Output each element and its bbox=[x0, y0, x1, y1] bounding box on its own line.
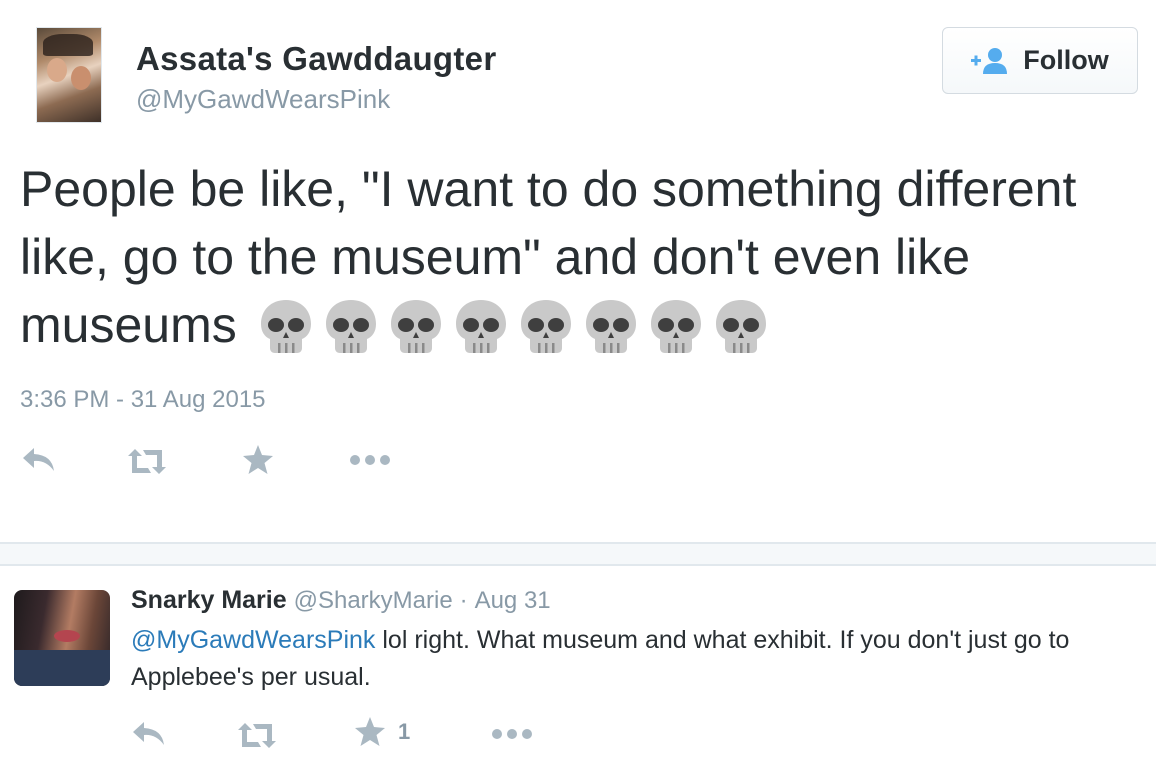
reply-icon bbox=[23, 448, 54, 471]
skull-emoji-icon bbox=[585, 299, 636, 353]
reply-avatar[interactable] bbox=[14, 590, 110, 686]
reply-button[interactable] bbox=[22, 446, 56, 474]
avatar-face bbox=[47, 58, 67, 82]
add-user-icon bbox=[971, 47, 1008, 74]
author-name[interactable]: Assata's Gawddaugter bbox=[136, 40, 496, 78]
retweet-icon bbox=[128, 449, 166, 474]
section-gap bbox=[0, 544, 1156, 564]
avatar-face bbox=[71, 66, 91, 90]
reply-author-name[interactable]: Snarky Marie bbox=[131, 586, 287, 614]
follow-label: Follow bbox=[1023, 45, 1109, 75]
favorite-icon bbox=[355, 717, 385, 746]
skull-emoji-icon bbox=[715, 299, 766, 353]
reply-icon bbox=[133, 722, 164, 745]
more-icon bbox=[492, 729, 532, 739]
reply-header: Snarky Marie @SharkyMarie · Aug 31 bbox=[131, 586, 551, 615]
more-button[interactable] bbox=[350, 454, 390, 466]
divider bbox=[0, 564, 1156, 566]
reply-date[interactable]: Aug 31 bbox=[475, 587, 551, 614]
avatar-hair bbox=[43, 34, 93, 56]
skull-emoji-icon bbox=[390, 299, 441, 353]
favorite-count: 1 bbox=[398, 719, 411, 744]
author-avatar[interactable] bbox=[36, 27, 102, 123]
retweet-button[interactable] bbox=[126, 448, 168, 476]
skull-emoji-icon bbox=[455, 299, 506, 353]
reply-author-handle[interactable]: @SharkyMarie bbox=[294, 587, 453, 614]
favorite-button[interactable] bbox=[242, 444, 274, 476]
emoji-group bbox=[259, 298, 768, 354]
skull-emoji-icon bbox=[650, 299, 701, 353]
avatar-shirt bbox=[14, 650, 110, 686]
skull-emoji-icon bbox=[325, 299, 376, 353]
favorite-icon bbox=[243, 445, 273, 474]
tweet-timestamp[interactable]: 3:36 PM - 31 Aug 2015 bbox=[20, 386, 266, 414]
avatar-lips bbox=[54, 630, 80, 642]
more-icon bbox=[350, 455, 390, 465]
reply-text: @MyGawdWearsPink lol right. What museum … bbox=[131, 622, 1141, 696]
more-button[interactable] bbox=[492, 728, 532, 740]
skull-emoji-icon bbox=[260, 299, 311, 353]
reply-button[interactable] bbox=[132, 720, 166, 748]
skull-emoji-icon bbox=[520, 299, 571, 353]
favorite-button[interactable]: 1 bbox=[354, 716, 410, 748]
author-handle[interactable]: @MyGawdWearsPink bbox=[136, 84, 390, 115]
retweet-icon bbox=[238, 723, 276, 748]
header-separator: · bbox=[459, 587, 468, 614]
retweet-button[interactable] bbox=[236, 722, 278, 750]
follow-button[interactable]: Follow bbox=[942, 27, 1138, 94]
reply-mention-link[interactable]: @MyGawdWearsPink bbox=[131, 626, 375, 654]
tweet-text: People be like, "I want to do something … bbox=[20, 155, 1130, 359]
